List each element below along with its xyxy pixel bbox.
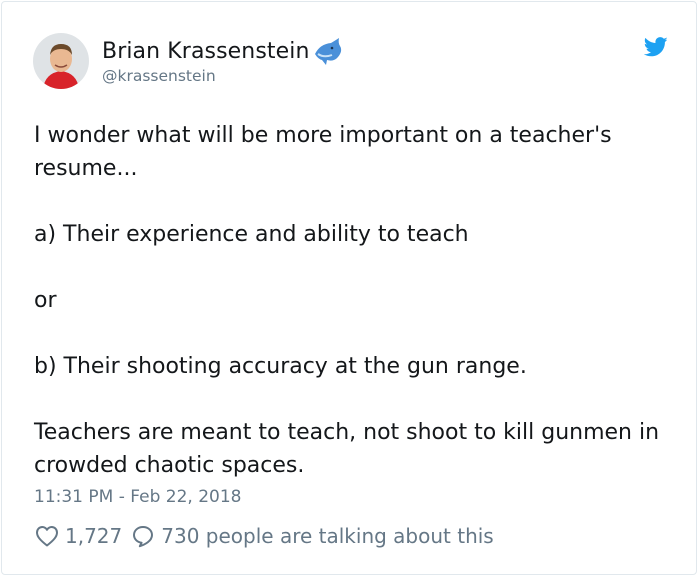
tweet-actions: 1,727 730 people are talking about this — [35, 524, 494, 548]
like-count[interactable]: 1,727 — [65, 524, 122, 548]
author-handle[interactable]: @krassenstein — [102, 67, 216, 85]
author-display-name[interactable]: Brian Krassenstein — [102, 39, 310, 64]
reply-bubble-icon[interactable] — [131, 524, 155, 548]
dolphin-icon — [314, 38, 341, 65]
tweet-text: I wonder what will be more important on … — [34, 123, 660, 478]
tweet-timestamp[interactable]: 11:31 PM - Feb 22, 2018 — [34, 487, 241, 507]
author-name-row[interactable]: Brian Krassenstein — [102, 35, 344, 67]
heart-icon[interactable] — [35, 525, 59, 547]
talking-about-link[interactable]: 730 people are talking about this — [161, 524, 493, 548]
tweet-card: Brian Krassenstein @krassenstein I wonde… — [1, 1, 697, 575]
avatar[interactable] — [33, 33, 89, 89]
twitter-bird-icon[interactable] — [644, 37, 668, 57]
